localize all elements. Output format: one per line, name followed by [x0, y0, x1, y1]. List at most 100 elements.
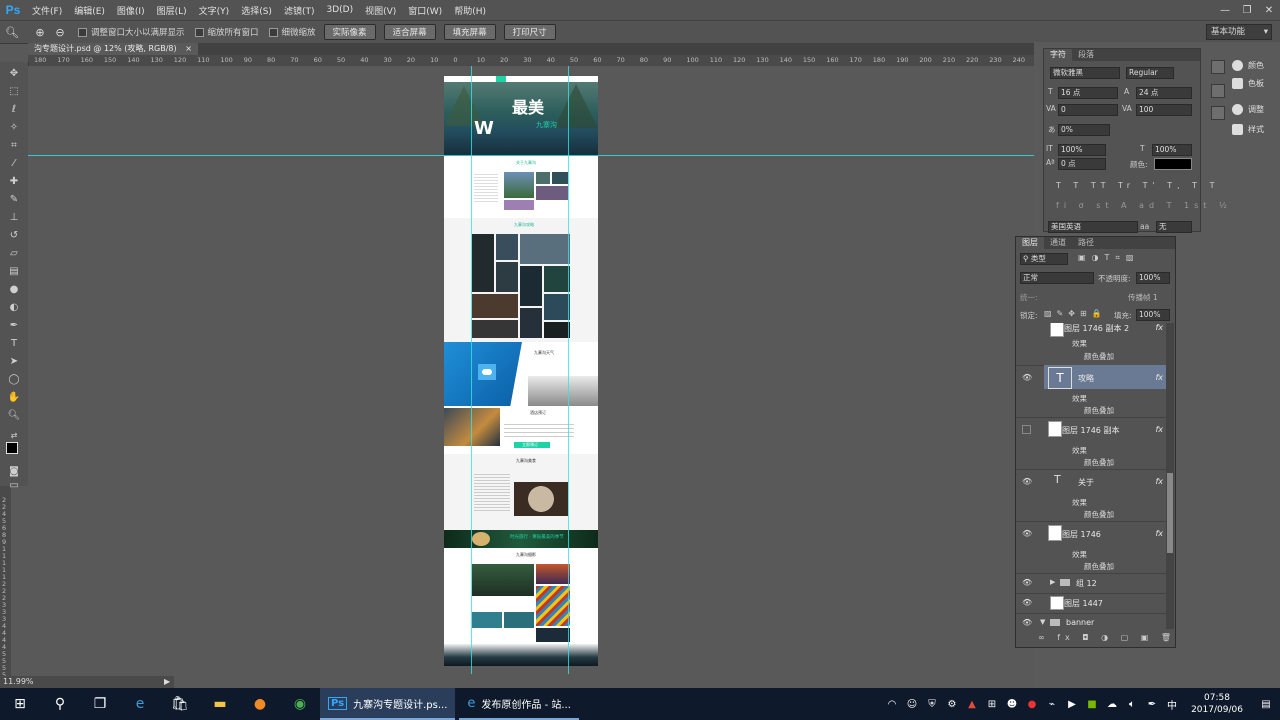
layer-row-1746-copy2[interactable]: 图层 1746 副本 2 fx 效果 颜色叠加	[1016, 323, 1166, 366]
layer-row-guide[interactable]: 👁︎ T 攻略 fx 效果 颜色叠加	[1016, 365, 1166, 418]
layers-scrollbar[interactable]	[1166, 323, 1174, 629]
blend-mode-select[interactable]: 正常	[1020, 272, 1094, 284]
document-canvas[interactable]: 最美 W 九寨沟 关于九寨沟 九寨沟攻略 九寨沟天气 酒店预订 立即预订 九寨沟…	[444, 76, 598, 666]
layer-row-about[interactable]: 👁︎ T 关于 fx 效果 颜色叠加	[1016, 469, 1166, 522]
layers-scroll-thumb[interactable]	[1167, 473, 1173, 553]
baseline-shift-field[interactable]: 0 点	[1058, 158, 1106, 170]
usb-icon[interactable]: ⌁	[1042, 699, 1062, 710]
actual-pixels-button[interactable]: 实际像素	[323, 24, 376, 40]
tab-character[interactable]: 字符	[1044, 49, 1072, 61]
fx-icon[interactable]: fx	[1155, 373, 1163, 382]
tsume-field[interactable]: 0%	[1058, 124, 1110, 136]
taskbar-ie-app[interactable]: e 发布原创作品 - 站...	[459, 688, 579, 720]
type-style-buttons[interactable]: T T TT Tr T' T, T T	[1056, 181, 1220, 190]
wifi-icon[interactable]: ◠	[882, 699, 902, 710]
collapse-arrow-icon[interactable]: ▼	[1040, 618, 1045, 626]
leading-field[interactable]: 24 点	[1136, 87, 1192, 99]
clone-stamp-tool-icon[interactable]: ⊥	[6, 210, 22, 224]
notification-icon[interactable]: ▤	[1252, 699, 1280, 710]
expand-arrow-icon[interactable]: ▶	[1050, 578, 1055, 586]
blur-tool-icon[interactable]: ●	[6, 282, 22, 296]
menu-layer[interactable]: 图层(L)	[151, 4, 193, 17]
marquee-tool-icon[interactable]: ⬚	[6, 84, 22, 98]
propagate-frame-label[interactable]: 传播帧 1	[1128, 292, 1158, 303]
tab-paragraph[interactable]: 段落	[1072, 49, 1100, 61]
minimize-icon[interactable]: —	[1214, 0, 1236, 20]
people-icon[interactable]: ☻	[1002, 699, 1022, 710]
task-view-icon[interactable]: ❐	[80, 688, 120, 720]
font-family-select[interactable]: 微软雅黑	[1050, 67, 1120, 79]
language-select[interactable]: 美国英语	[1048, 221, 1138, 233]
zoom-tool-icon[interactable]: 🔍︎	[4, 24, 20, 40]
eye-icon[interactable]: 👁︎	[1022, 618, 1032, 627]
vertical-scale-field[interactable]: 100%	[1058, 144, 1106, 156]
hand-tool-icon[interactable]: ✋	[6, 390, 22, 404]
search-icon[interactable]: ⚲	[40, 688, 80, 720]
brush-tool-icon[interactable]: ✎	[6, 192, 22, 206]
opentype-buttons[interactable]: fi σ st A ad T 1st ½	[1056, 201, 1232, 210]
system-clock[interactable]: 07:58 2017/09/06	[1182, 692, 1252, 716]
kerning-field[interactable]: 0	[1058, 104, 1118, 116]
pdf-icon[interactable]: ▲	[962, 699, 982, 710]
menu-select[interactable]: 选择(S)	[235, 4, 278, 17]
layer-filter-icons[interactable]: ▣◑T⌗▨	[1078, 253, 1140, 263]
opacity-field[interactable]: 100%	[1136, 272, 1170, 284]
tab-channels[interactable]: 通道	[1044, 237, 1072, 249]
adjustments-panel-button[interactable]: 调整	[1232, 104, 1264, 115]
shape-tool-icon[interactable]: ◯	[6, 372, 22, 386]
security-shield-icon[interactable]: ⛨	[922, 699, 942, 710]
zoom-tool-active-icon[interactable]: 🔍︎	[6, 408, 22, 422]
lasso-tool-icon[interactable]: ℓ	[6, 102, 22, 116]
edge-browser-icon[interactable]: e	[120, 688, 160, 720]
media-icon[interactable]: ▶	[1062, 699, 1082, 710]
text-color-swatch[interactable]	[1154, 158, 1192, 170]
menu-filter[interactable]: 滤镜(T)	[278, 4, 321, 17]
move-tool-icon[interactable]: ✥	[6, 66, 22, 80]
menu-type[interactable]: 文字(Y)	[193, 4, 236, 17]
zoom-out-icon[interactable]: ⊖	[52, 24, 68, 40]
eyedropper-tool-icon[interactable]: ⁄	[6, 156, 22, 170]
menu-help[interactable]: 帮助(H)	[448, 4, 492, 17]
fx-icon[interactable]: fx	[1155, 477, 1163, 486]
dodge-tool-icon[interactable]: ◐	[6, 300, 22, 314]
layer-row-group12[interactable]: 👁︎ ▶ 组 12	[1016, 573, 1166, 594]
menu-edit[interactable]: 编辑(E)	[68, 4, 111, 17]
lock-icons[interactable]: ▨✎✥⊞🔒	[1044, 309, 1107, 318]
quick-mask-icon[interactable]: ◙	[6, 464, 22, 478]
pen-tool-icon[interactable]: ✒	[6, 318, 22, 332]
menu-window[interactable]: 窗口(W)	[402, 4, 448, 17]
info-panel-icon[interactable]	[1211, 106, 1225, 120]
canvas-area[interactable]: 最美 W 九寨沟 关于九寨沟 九寨沟攻略 九寨沟天气 酒店预订 立即预订 九寨沟…	[28, 66, 1034, 674]
history-panel-icon[interactable]	[1211, 60, 1225, 74]
layer-row-banner[interactable]: 👁︎ ▼ banner	[1016, 613, 1166, 629]
ime-indicator[interactable]: 中	[1162, 697, 1182, 712]
resize-window-checkbox[interactable]: 调整窗口大小以满屏显示	[78, 26, 185, 38]
layer-row-1746[interactable]: 👁︎ 图层 1746 fx 效果 颜色叠加	[1016, 521, 1166, 574]
type-tool-icon[interactable]: T	[6, 336, 22, 350]
crop-tool-icon[interactable]: ⌗	[6, 138, 22, 152]
styles-panel-button[interactable]: 样式	[1232, 124, 1264, 135]
healing-brush-tool-icon[interactable]: ✚	[6, 174, 22, 188]
visibility-off-box[interactable]	[1022, 425, 1031, 434]
tracking-field[interactable]: 100	[1136, 104, 1192, 116]
layers-bottom-bar[interactable]: ∞ fx ◘ ◑ ▢ ▣ 🗑	[1038, 633, 1176, 642]
tab-layers[interactable]: 图层	[1016, 237, 1044, 249]
antialias-select[interactable]: 无	[1156, 221, 1192, 233]
windows-start-icon[interactable]: ⊞	[0, 688, 40, 720]
eye-icon[interactable]: 👁︎	[1022, 578, 1032, 587]
fill-field[interactable]: 100%	[1136, 309, 1170, 321]
font-style-select[interactable]: Regular	[1126, 67, 1174, 79]
swap-colors-icon[interactable]: ⇄	[6, 428, 22, 442]
close-tab-icon[interactable]: ×	[185, 44, 192, 53]
eye-icon[interactable]: 👁︎	[1022, 598, 1032, 607]
document-tab[interactable]: 沟专题设计.psd @ 12% (攻略, RGB/8) ×	[28, 43, 198, 55]
scrubby-zoom-checkbox[interactable]: 细微缩放	[268, 26, 316, 38]
close-icon[interactable]: ✕	[1258, 0, 1280, 20]
store-icon[interactable]: 🛍︎	[160, 688, 200, 720]
swatches-panel-button[interactable]: 色板	[1232, 78, 1264, 89]
foreground-color-swatch[interactable]	[6, 442, 18, 454]
settings-icon[interactable]: ⚙	[942, 699, 962, 710]
fill-screen-button[interactable]: 填充屏幕	[443, 24, 496, 40]
status-arrow-icon[interactable]: ▶	[164, 676, 170, 688]
eye-icon[interactable]: 👁︎	[1022, 373, 1032, 382]
